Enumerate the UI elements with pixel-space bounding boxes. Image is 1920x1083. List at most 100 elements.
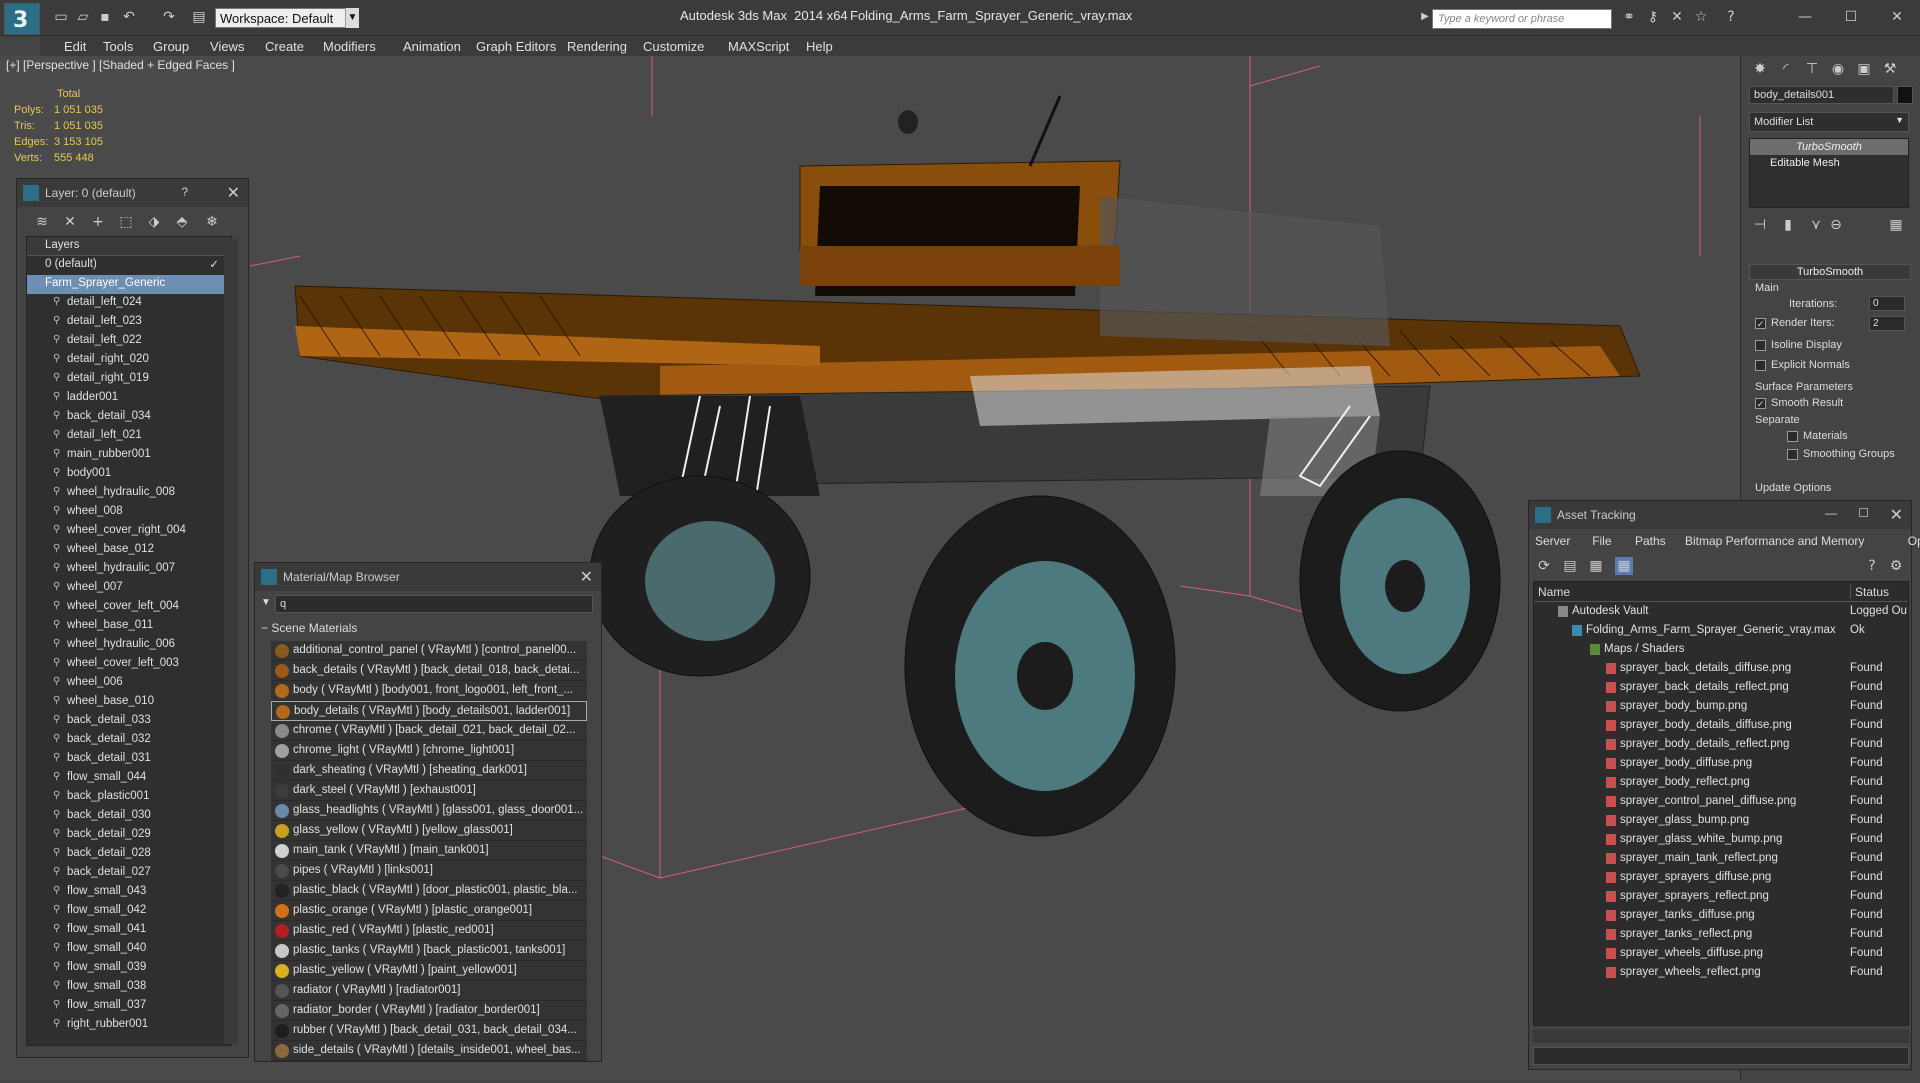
layer-panel-header[interactable]: Layer: 0 (default) ? ✕ bbox=[17, 179, 248, 207]
asset-row[interactable]: sprayer_main_tank_reflect.png Found bbox=[1534, 849, 1908, 868]
maximize-icon[interactable]: ☐ bbox=[1858, 506, 1869, 520]
layer-object-item[interactable]: ⚲ back_detail_028 bbox=[27, 845, 231, 864]
menu-customize[interactable]: Customize bbox=[643, 39, 704, 54]
menu-edit[interactable]: Edit bbox=[64, 39, 86, 54]
asset-menu-server[interactable]: Server bbox=[1535, 534, 1570, 548]
material-item[interactable]: plastic_tanks ( VRayMtl ) [back_plastic0… bbox=[271, 941, 587, 961]
explicit-normals-checkbox[interactable] bbox=[1755, 360, 1766, 371]
layer-object-item[interactable]: ⚲ wheel_008 bbox=[27, 503, 231, 522]
asset-row[interactable]: sprayer_body_diffuse.png Found bbox=[1534, 754, 1908, 773]
material-item[interactable]: body ( VRayMtl ) [body001, front_logo001… bbox=[271, 681, 587, 701]
close-icon[interactable]: ✕ bbox=[227, 183, 240, 203]
layer-object-item[interactable]: ⚲ wheel_base_012 bbox=[27, 541, 231, 560]
layer-object-item[interactable]: ⚲ flow_small_040 bbox=[27, 940, 231, 959]
smoothing-groups-checkbox[interactable] bbox=[1787, 449, 1798, 460]
create-tab-icon[interactable]: ✸ bbox=[1751, 60, 1769, 78]
layer-object-item[interactable]: ⚲ wheel_cover_left_003 bbox=[27, 655, 231, 674]
menu-maxscript[interactable]: MAXScript bbox=[728, 39, 789, 54]
select-icon[interactable]: ⬚ bbox=[117, 213, 135, 231]
undo-icon[interactable]: ↶ bbox=[120, 8, 138, 26]
asset-menu-bitmap-performance-and-memory[interactable]: Bitmap Performance and Memory bbox=[1685, 534, 1864, 548]
table-view-icon[interactable]: ▦ bbox=[1615, 557, 1633, 575]
asset-row[interactable]: sprayer_tanks_diffuse.png Found bbox=[1534, 906, 1908, 925]
material-item[interactable]: chrome ( VRayMtl ) [back_detail_021, bac… bbox=[271, 721, 587, 741]
layer-object-item[interactable]: ⚲ back_detail_033 bbox=[27, 712, 231, 731]
layer-object-item[interactable]: ⚲ back_plastic001 bbox=[27, 788, 231, 807]
menu-group[interactable]: Group bbox=[153, 39, 189, 54]
material-search-input[interactable]: q bbox=[275, 595, 593, 613]
layer-object-item[interactable]: ⚲ wheel_hydraulic_008 bbox=[27, 484, 231, 503]
object-name-field[interactable]: body_details001 bbox=[1749, 86, 1894, 104]
freeze-icon[interactable]: ❄ bbox=[203, 213, 221, 231]
menu-create[interactable]: Create bbox=[265, 39, 304, 54]
layer-object-item[interactable]: ⚲ back_detail_027 bbox=[27, 864, 231, 883]
asset-menu-paths[interactable]: Paths bbox=[1635, 534, 1666, 548]
redo-icon[interactable]: ↷ bbox=[160, 8, 178, 26]
layer-default[interactable]: 0 (default) ✓ bbox=[27, 256, 231, 275]
layer-object-item[interactable]: ⚲ detail_right_019 bbox=[27, 370, 231, 389]
menu-rendering[interactable]: Rendering bbox=[567, 39, 627, 54]
asset-row-vault[interactable]: Autodesk Vault Logged Ou bbox=[1534, 602, 1908, 621]
key-icon[interactable]: ⚷ bbox=[1644, 8, 1662, 26]
workspace-dropdown[interactable]: Workspace: Default bbox=[215, 8, 359, 28]
name-column-header[interactable]: Name bbox=[1538, 585, 1570, 599]
binoculars-icon[interactable]: ⚭ bbox=[1620, 8, 1638, 26]
material-item[interactable]: chrome_light ( VRayMtl ) [chrome_light00… bbox=[271, 741, 587, 761]
layer-object-item[interactable]: ⚲ back_detail_030 bbox=[27, 807, 231, 826]
isoline-checkbox[interactable] bbox=[1755, 340, 1766, 351]
layer-object-item[interactable]: ⚲ wheel_cover_right_004 bbox=[27, 522, 231, 541]
show-end-result-icon[interactable]: ▮ bbox=[1779, 216, 1797, 234]
render-iters-checkbox[interactable]: ✓ bbox=[1755, 318, 1766, 329]
pin-stack-icon[interactable]: ⊣ bbox=[1751, 216, 1769, 234]
exchange-icon[interactable]: ✕ bbox=[1668, 8, 1686, 26]
layer-object-item[interactable]: ⚲ back_detail_034 bbox=[27, 408, 231, 427]
asset-row[interactable]: sprayer_body_details_reflect.png Found bbox=[1534, 735, 1908, 754]
utilities-tab-icon[interactable]: ⚒ bbox=[1881, 60, 1899, 78]
minimize-icon[interactable]: — bbox=[1796, 8, 1814, 26]
layer-object-item[interactable]: ⚲ detail_left_022 bbox=[27, 332, 231, 351]
asset-row[interactable]: sprayer_body_reflect.png Found bbox=[1534, 773, 1908, 792]
turbosmooth-rollout[interactable]: TurboSmooth bbox=[1749, 264, 1911, 280]
layer-scrollbar[interactable] bbox=[224, 239, 238, 1044]
render-iters-spinner[interactable]: 2 bbox=[1869, 316, 1905, 331]
modify-tab-icon[interactable]: ◜ bbox=[1777, 60, 1795, 78]
layer-farm-sprayer[interactable]: Farm_Sprayer_Generic bbox=[27, 275, 231, 294]
asset-row[interactable]: sprayer_back_details_reflect.png Found bbox=[1534, 678, 1908, 697]
material-item[interactable]: side_details ( VRayMtl ) [details_inside… bbox=[271, 1041, 587, 1061]
layer-object-item[interactable]: ⚲ right_rubber001 bbox=[27, 1016, 231, 1035]
layer-object-item[interactable]: ⚲ flow_small_043 bbox=[27, 883, 231, 902]
open-file-icon[interactable]: ▱ bbox=[74, 8, 92, 26]
layer-object-item[interactable]: ⚲ wheel_006 bbox=[27, 674, 231, 693]
layer-object-item[interactable]: ⚲ wheel_007 bbox=[27, 579, 231, 598]
layer-object-item[interactable]: ⚲ wheel_cover_left_004 bbox=[27, 598, 231, 617]
asset-row[interactable]: sprayer_sprayers_reflect.png Found bbox=[1534, 887, 1908, 906]
settings-icon[interactable]: ⚙ bbox=[1887, 557, 1905, 575]
material-item[interactable]: back_details ( VRayMtl ) [back_detail_01… bbox=[271, 661, 587, 681]
help-icon[interactable]: ? bbox=[181, 185, 188, 199]
menu-help[interactable]: Help bbox=[806, 39, 833, 54]
layers-column-header[interactable]: Layers bbox=[27, 237, 231, 256]
material-item[interactable]: glass_headlights ( VRayMtl ) [glass001, … bbox=[271, 801, 587, 821]
layer-object-item[interactable]: ⚲ detail_left_021 bbox=[27, 427, 231, 446]
layer-object-item[interactable]: ⚲ flow_small_042 bbox=[27, 902, 231, 921]
material-item[interactable]: plastic_red ( VRayMtl ) [plastic_red001] bbox=[271, 921, 587, 941]
menu-graph-editors[interactable]: Graph Editors bbox=[476, 39, 556, 54]
material-item[interactable]: main_tank ( VRayMtl ) [main_tank001] bbox=[271, 841, 587, 861]
layer-object-item[interactable]: ⚲ wheel_hydraulic_006 bbox=[27, 636, 231, 655]
layers-icon[interactable]: ≋ bbox=[33, 213, 51, 231]
layer-object-item[interactable]: ⚲ back_detail_029 bbox=[27, 826, 231, 845]
material-item[interactable]: body_details ( VRayMtl ) [body_details00… bbox=[271, 701, 587, 721]
menu-animation[interactable]: Animation bbox=[403, 39, 461, 54]
material-item[interactable]: plastic_yellow ( VRayMtl ) [paint_yellow… bbox=[271, 961, 587, 981]
close-icon[interactable]: ✕ bbox=[1890, 505, 1903, 525]
asset-row[interactable]: sprayer_body_bump.png Found bbox=[1534, 697, 1908, 716]
asset-row[interactable]: sprayer_tanks_reflect.png Found bbox=[1534, 925, 1908, 944]
status-column-header[interactable]: Status bbox=[1850, 585, 1889, 599]
material-item[interactable]: plastic_black ( VRayMtl ) [door_plastic0… bbox=[271, 881, 587, 901]
list-view-icon[interactable]: ▤ bbox=[1561, 557, 1579, 575]
layer-object-item[interactable]: ⚲ flow_small_041 bbox=[27, 921, 231, 940]
asset-row-maps[interactable]: Maps / Shaders bbox=[1534, 640, 1908, 659]
delete-icon[interactable]: ✕ bbox=[61, 213, 79, 231]
object-color-swatch[interactable] bbox=[1897, 86, 1913, 104]
motion-tab-icon[interactable]: ◉ bbox=[1829, 60, 1847, 78]
